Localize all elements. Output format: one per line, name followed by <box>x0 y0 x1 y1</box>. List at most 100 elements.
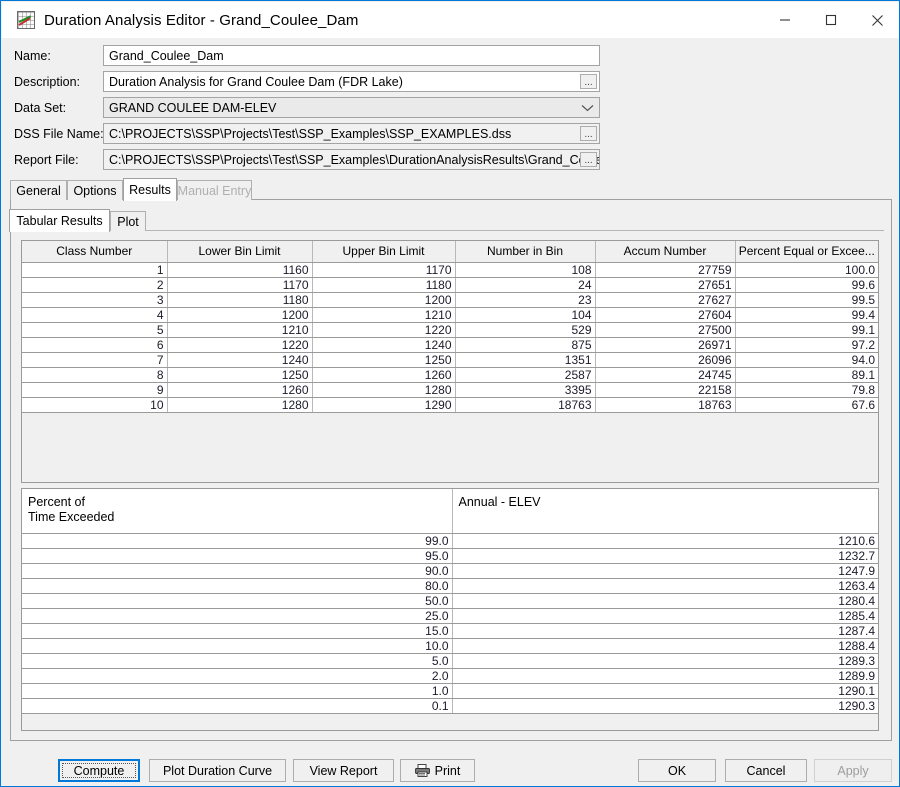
table-cell[interactable]: 7 <box>22 352 168 368</box>
table-cell[interactable]: 99.4 <box>735 307 878 323</box>
table-cell[interactable]: 94.0 <box>735 352 878 368</box>
table-cell[interactable]: 1263.4 <box>452 578 878 594</box>
table-row[interactable]: 10.0 1288.4 <box>22 638 878 654</box>
ok-button[interactable]: OK <box>638 759 716 782</box>
column-header-lower-bin-limit[interactable]: Lower Bin Limit <box>167 241 313 263</box>
table-cell[interactable]: 1260 <box>167 382 313 398</box>
description-input[interactable]: Duration Analysis for Grand Coulee Dam (… <box>103 71 600 92</box>
report-file-browse-button[interactable]: ... <box>580 152 597 167</box>
table-cell[interactable]: 1232.7 <box>452 548 878 564</box>
table-cell[interactable]: 1288.4 <box>452 638 878 654</box>
table-cell[interactable]: 90.0 <box>22 563 453 579</box>
table-cell[interactable]: 1260 <box>312 367 456 383</box>
table-cell[interactable]: 9 <box>22 382 168 398</box>
table-row[interactable]: 95.0 1232.7 <box>22 548 878 564</box>
table-row[interactable]: 2.0 1289.9 <box>22 668 878 684</box>
table-cell[interactable]: 3 <box>22 292 168 308</box>
table-row[interactable]: 5 1210 1220 529 27500 99.1 <box>22 322 878 338</box>
table-cell[interactable]: 4 <box>22 307 168 323</box>
table-cell[interactable]: 1170 <box>312 262 456 278</box>
table-cell[interactable]: 1285.4 <box>452 608 878 624</box>
table-cell[interactable]: 1280 <box>312 382 456 398</box>
table-row[interactable]: 1.0 1290.1 <box>22 683 878 699</box>
table-row[interactable]: 50.0 1280.4 <box>22 593 878 609</box>
table-cell[interactable]: 26096 <box>595 352 736 368</box>
column-header-class-number[interactable]: Class Number <box>22 241 168 263</box>
table-cell[interactable]: 6 <box>22 337 168 353</box>
table-cell[interactable]: 27651 <box>595 277 736 293</box>
table-cell[interactable]: 100.0 <box>735 262 878 278</box>
table-cell[interactable]: 99.6 <box>735 277 878 293</box>
table-cell[interactable]: 1200 <box>312 292 456 308</box>
column-header-upper-bin-limit[interactable]: Upper Bin Limit <box>312 241 456 263</box>
table-cell[interactable]: 1210.6 <box>452 533 878 549</box>
table-cell[interactable]: 95.0 <box>22 548 453 564</box>
table-cell[interactable]: 529 <box>455 322 596 338</box>
table-cell[interactable]: 1.0 <box>22 683 453 699</box>
table-row[interactable]: 9 1260 1280 3395 22158 79.8 <box>22 382 878 398</box>
table-cell[interactable]: 1290.3 <box>452 698 878 714</box>
table-row[interactable]: 3 1180 1200 23 27627 99.5 <box>22 292 878 308</box>
table-cell[interactable]: 1160 <box>167 262 313 278</box>
table-cell[interactable]: 99.0 <box>22 533 453 549</box>
table-cell[interactable]: 18763 <box>595 397 736 413</box>
table-cell[interactable]: 1180 <box>312 277 456 293</box>
table-cell[interactable]: 27604 <box>595 307 736 323</box>
data-set-combo[interactable]: GRAND COULEE DAM-ELEV <box>103 97 600 118</box>
table-cell[interactable]: 1240 <box>167 352 313 368</box>
table-cell[interactable]: 15.0 <box>22 623 453 639</box>
exceedance-table-scrollpane[interactable]: Percent of Time Exceeded Annual - ELEV 9… <box>21 488 879 731</box>
table-cell[interactable]: 1180 <box>167 292 313 308</box>
table-cell[interactable]: 3395 <box>455 382 596 398</box>
table-cell[interactable]: 875 <box>455 337 596 353</box>
table-row[interactable]: 10 1280 1290 18763 18763 67.6 <box>22 397 878 413</box>
table-cell[interactable]: 1289.9 <box>452 668 878 684</box>
table-row[interactable]: 0.1 1290.3 <box>22 698 878 714</box>
table-cell[interactable]: 1289.3 <box>452 653 878 669</box>
tab-general[interactable]: General <box>10 180 67 200</box>
table-cell[interactable]: 10.0 <box>22 638 453 654</box>
table-cell[interactable]: 2.0 <box>22 668 453 684</box>
table-cell[interactable]: 1247.9 <box>452 563 878 579</box>
table-cell[interactable]: 1210 <box>167 322 313 338</box>
tab-tabular-results[interactable]: Tabular Results <box>9 209 110 232</box>
table-row[interactable]: 25.0 1285.4 <box>22 608 878 624</box>
column-header-accum-number[interactable]: Accum Number <box>595 241 736 263</box>
table-row[interactable]: 7 1240 1250 1351 26096 94.0 <box>22 352 878 368</box>
tab-plot[interactable]: Plot <box>110 211 146 231</box>
tab-results[interactable]: Results <box>123 178 177 201</box>
table-cell[interactable]: 22158 <box>595 382 736 398</box>
table-cell[interactable]: 24745 <box>595 367 736 383</box>
table-cell[interactable]: 1290.1 <box>452 683 878 699</box>
table-cell[interactable]: 1351 <box>455 352 596 368</box>
table-cell[interactable]: 79.8 <box>735 382 878 398</box>
table-cell[interactable]: 23 <box>455 292 596 308</box>
table-row[interactable]: 15.0 1287.4 <box>22 623 878 639</box>
table-cell[interactable]: 1170 <box>167 277 313 293</box>
table-cell[interactable]: 5.0 <box>22 653 453 669</box>
table-row[interactable]: 99.0 1210.6 <box>22 533 878 549</box>
table-cell[interactable]: 97.2 <box>735 337 878 353</box>
table-cell[interactable]: 1 <box>22 262 168 278</box>
table-cell[interactable]: 89.1 <box>735 367 878 383</box>
table-cell[interactable]: 24 <box>455 277 596 293</box>
table-cell[interactable]: 25.0 <box>22 608 453 624</box>
table-cell[interactable]: 2587 <box>455 367 596 383</box>
table-cell[interactable]: 1280 <box>167 397 313 413</box>
table-cell[interactable]: 80.0 <box>22 578 453 594</box>
table-cell[interactable]: 18763 <box>455 397 596 413</box>
compute-button[interactable]: Compute <box>58 759 140 782</box>
table-row[interactable]: 1 1160 1170 108 27759 100.0 <box>22 262 878 278</box>
column-header-percent-equal-or-exceeded[interactable]: Percent Equal or Excee... <box>735 241 878 263</box>
bin-table-scrollpane[interactable]: Class Number Lower Bin Limit Upper Bin L… <box>21 240 879 483</box>
description-browse-button[interactable]: ... <box>580 74 597 89</box>
table-cell[interactable]: 27500 <box>595 322 736 338</box>
table-row[interactable]: 8 1250 1260 2587 24745 89.1 <box>22 367 878 383</box>
table-cell[interactable]: 1210 <box>312 307 456 323</box>
table-cell[interactable]: 27627 <box>595 292 736 308</box>
table-cell[interactable]: 108 <box>455 262 596 278</box>
table-cell[interactable]: 1250 <box>167 367 313 383</box>
table-cell[interactable]: 99.1 <box>735 322 878 338</box>
table-cell[interactable]: 27759 <box>595 262 736 278</box>
column-header-annual-elev[interactable]: Annual - ELEV <box>452 489 878 534</box>
